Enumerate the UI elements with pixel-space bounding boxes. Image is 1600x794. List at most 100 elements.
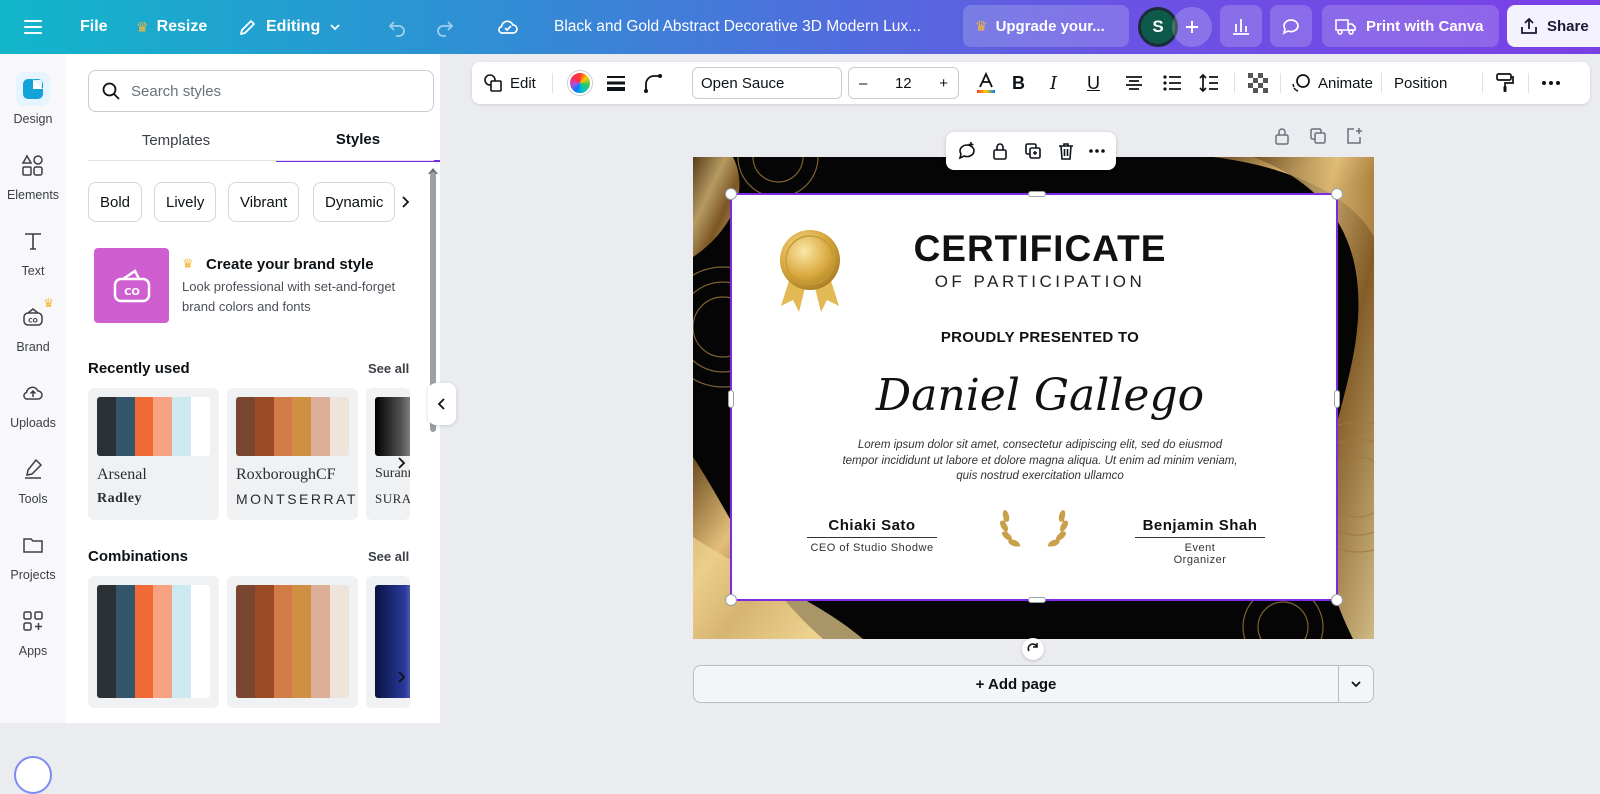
search-input[interactable] [131, 82, 401, 100]
italic-button[interactable]: I [1050, 62, 1057, 104]
file-menu[interactable]: File [80, 0, 108, 54]
color-palette [236, 397, 349, 456]
font-size-increase-button[interactable]: + [939, 75, 948, 92]
chip-dynamic[interactable]: Dynamic [313, 182, 396, 222]
print-with-canva-button[interactable]: Print with Canva [1322, 5, 1499, 47]
upgrade-button[interactable]: ♛ Upgrade your... [963, 5, 1129, 47]
see-all-combinations-link[interactable]: See all [368, 549, 409, 564]
toolbar-divider [1280, 73, 1281, 93]
add-page-after-button[interactable] [1344, 126, 1364, 151]
duplicate-page-button[interactable] [1308, 126, 1328, 151]
rail-item-elements[interactable]: Elements [0, 148, 66, 218]
save-status-button[interactable] [496, 0, 520, 54]
lock-page-button[interactable] [1272, 126, 1292, 151]
magic-assistant-button[interactable] [14, 756, 52, 794]
recent-next-button[interactable] [396, 456, 408, 475]
duplicate-icon [1310, 128, 1326, 144]
resize-handle-bottom-right[interactable] [1331, 594, 1343, 606]
truck-icon [1335, 19, 1356, 35]
resize-handle-left[interactable] [728, 390, 734, 408]
brand-style-promo[interactable]: CO ♛ Create your brand style Look profes… [94, 248, 414, 326]
align-button[interactable] [1123, 62, 1145, 104]
combination-card[interactable] [88, 576, 219, 708]
style-card-arsenal[interactable]: Arsenal Radley [88, 388, 219, 520]
font-size-value[interactable]: 12 [895, 75, 912, 92]
copy-style-button[interactable] [1494, 62, 1516, 104]
element-more-button[interactable] [1086, 140, 1108, 162]
align-center-icon [1126, 76, 1142, 90]
resize-handle-bottom-left[interactable] [725, 594, 737, 606]
rail-item-design[interactable]: Design [0, 72, 66, 142]
color-palette [97, 397, 210, 456]
more-options-button[interactable] [1540, 62, 1562, 104]
underline-icon: U [1087, 72, 1100, 93]
add-page-options-button[interactable] [1338, 665, 1374, 703]
text-color-button[interactable] [974, 62, 998, 104]
animate-button[interactable]: Animate [1290, 62, 1373, 104]
font-family-select[interactable]: Open Sauce [692, 67, 842, 99]
rail-item-uploads[interactable]: Uploads [0, 376, 66, 446]
section-title-recently-used: Recently used [88, 360, 190, 377]
spacing-button[interactable] [1198, 62, 1220, 104]
tab-templates[interactable]: Templates [94, 118, 258, 162]
toolbar-divider [1234, 73, 1235, 93]
tab-styles[interactable]: Styles [276, 118, 440, 162]
list-button[interactable] [1161, 62, 1183, 104]
corner-rounding-button[interactable] [642, 62, 664, 104]
apps-grid-icon [16, 604, 50, 638]
combination-card[interactable] [227, 576, 358, 708]
share-button[interactable]: Share [1507, 5, 1600, 47]
color-wheel-icon [568, 71, 592, 95]
rail-item-apps[interactable]: Apps [0, 604, 66, 674]
style-card-suranna[interactable]: Suranna SURANNA [366, 388, 410, 520]
delete-element-button[interactable] [1055, 140, 1077, 162]
resize-button[interactable]: ♛ Resize [136, 0, 207, 54]
duplicate-element-button[interactable] [1022, 140, 1044, 162]
combinations-next-button[interactable] [396, 670, 408, 689]
see-all-recent-link[interactable]: See all [368, 361, 409, 376]
insights-button[interactable] [1220, 5, 1262, 47]
collapse-panel-button[interactable] [428, 383, 456, 425]
rail-item-projects[interactable]: Projects [0, 528, 66, 598]
resize-handle-top-right[interactable] [1331, 188, 1343, 200]
redo-button[interactable] [434, 0, 456, 54]
font-size-stepper[interactable]: – 12 + [848, 67, 959, 99]
rail-item-tools[interactable]: Tools [0, 452, 66, 522]
position-button[interactable]: Position [1394, 62, 1447, 104]
style-card-roxborough[interactable]: RoxboroughCF MONTSERRAT [227, 388, 358, 520]
bold-button[interactable]: B [1012, 62, 1025, 104]
editing-mode-button[interactable]: Editing [238, 0, 342, 54]
chip-bold[interactable]: Bold [88, 182, 143, 222]
add-page-button[interactable]: + Add page [693, 665, 1339, 703]
color-button[interactable] [568, 62, 592, 104]
document-title[interactable]: Black and Gold Abstract Decorative 3D Mo… [554, 0, 921, 54]
resize-handle-top[interactable] [1028, 191, 1046, 197]
chips-next-button[interactable] [396, 192, 416, 212]
crown-icon: ♛ [975, 17, 988, 34]
undo-button[interactable] [386, 0, 408, 54]
chip-lively[interactable]: Lively [154, 182, 217, 222]
font-size-decrease-button[interactable]: – [859, 75, 867, 92]
transparency-button[interactable] [1248, 62, 1268, 104]
selection-box[interactable] [725, 188, 1343, 606]
resize-handle-right[interactable] [1334, 390, 1340, 408]
edit-button[interactable]: Edit [482, 62, 536, 104]
menu-button[interactable] [22, 0, 44, 54]
add-collaborator-button[interactable] [1172, 7, 1212, 47]
comment-add-button[interactable] [956, 140, 978, 162]
chip-vibrant[interactable]: Vibrant [228, 182, 300, 222]
comments-button[interactable] [1270, 5, 1312, 47]
chevron-right-icon [398, 671, 406, 683]
bold-icon: B [1012, 72, 1025, 93]
border-style-button[interactable] [605, 62, 627, 104]
rotate-handle[interactable] [1022, 638, 1044, 660]
lock-element-button[interactable] [989, 140, 1011, 162]
plus-icon [1186, 21, 1198, 33]
resize-handle-bottom[interactable] [1028, 597, 1046, 603]
search-box[interactable] [88, 70, 434, 112]
section-title-combinations: Combinations [88, 548, 188, 565]
rail-item-text[interactable]: Text [0, 224, 66, 294]
resize-handle-top-left[interactable] [725, 188, 737, 200]
underline-button[interactable]: U [1087, 62, 1100, 104]
rail-item-brand[interactable]: CO ♛ Brand [0, 296, 66, 370]
